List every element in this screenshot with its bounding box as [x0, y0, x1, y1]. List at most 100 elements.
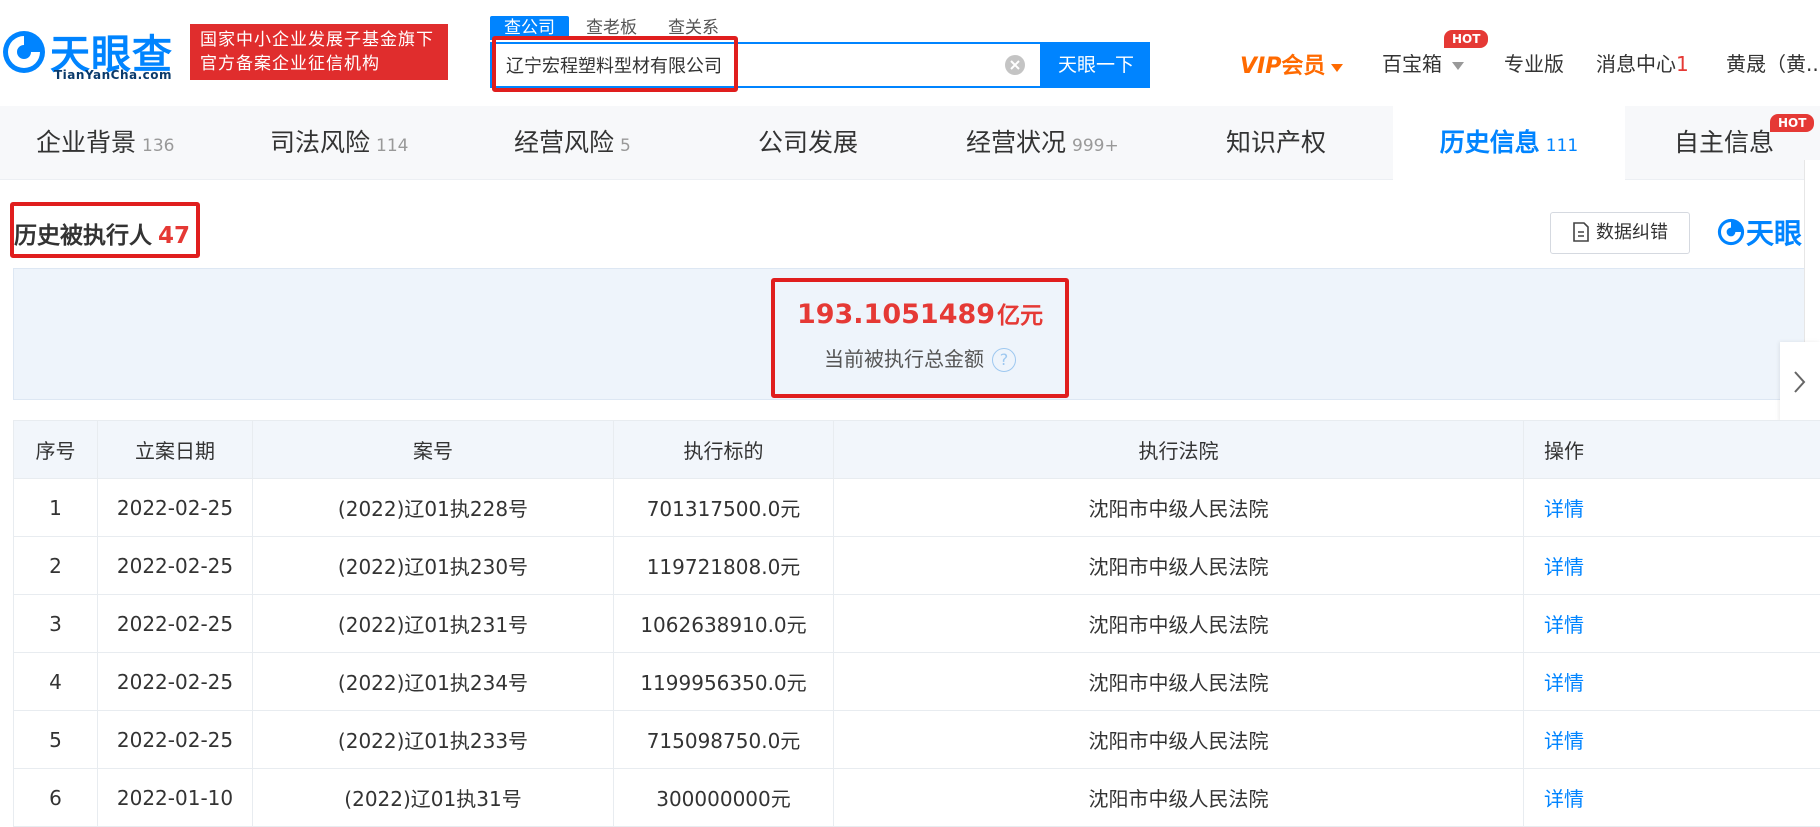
- search-tab-boss[interactable]: 查老板: [586, 16, 637, 40]
- cell-case-number: (2022)辽01执234号: [252, 652, 614, 711]
- chevron-right-icon: [1794, 371, 1806, 393]
- table-row: 2 2022-02-25 (2022)辽01执230号 119721808.0元…: [13, 536, 1820, 595]
- cell-date: 2022-02-25: [97, 478, 253, 537]
- cell-index: 6: [13, 768, 98, 827]
- column-header-court: 执行法院: [833, 420, 1524, 479]
- cell-court: 沈阳市中级人民法院: [833, 478, 1524, 537]
- treasure-box-menu[interactable]: 百宝箱: [1382, 48, 1464, 82]
- cell-amount: 701317500.0元: [613, 478, 834, 537]
- chevron-down-icon: [1452, 61, 1464, 70]
- section-title-text: 历史被执行人: [14, 223, 152, 249]
- tab-business-status[interactable]: 经营状况 999+: [966, 106, 1119, 180]
- cell-court: 沈阳市中级人民法院: [833, 710, 1524, 769]
- total-amount: 193.1051489亿元: [0, 296, 1820, 330]
- data-feedback-button[interactable]: 数据纠错: [1550, 212, 1690, 254]
- search-box: [490, 42, 1042, 88]
- detail-link[interactable]: 详情: [1523, 652, 1820, 711]
- table-row: 5 2022-02-25 (2022)辽01执233号 715098750.0元…: [13, 710, 1820, 769]
- tab-history-info[interactable]: 历史信息 111: [1393, 106, 1625, 180]
- treasure-box-label: 百宝箱: [1382, 52, 1442, 76]
- hot-badge: HOT: [1444, 30, 1489, 48]
- cell-index: 4: [13, 652, 98, 711]
- cell-index: 1: [13, 478, 98, 537]
- cell-amount: 715098750.0元: [613, 710, 834, 769]
- table-row: 4 2022-02-25 (2022)辽01执234号 1199956350.0…: [13, 652, 1820, 711]
- detail-link[interactable]: 详情: [1523, 710, 1820, 769]
- detail-link[interactable]: 详情: [1523, 594, 1820, 653]
- message-center-label: 消息中心: [1596, 52, 1676, 76]
- cell-court: 沈阳市中级人民法院: [833, 594, 1524, 653]
- chevron-down-icon: [1331, 63, 1344, 72]
- help-icon[interactable]: ?: [992, 348, 1016, 372]
- slogan-line-1: 国家中小企业发展子基金旗下: [200, 30, 434, 50]
- column-header-action: 操作: [1523, 420, 1820, 479]
- detail-link[interactable]: 详情: [1523, 536, 1820, 595]
- clear-search-icon[interactable]: [1004, 54, 1026, 76]
- message-count-badge: 1: [1676, 52, 1689, 76]
- logo-eye-icon: [1717, 218, 1745, 246]
- tab-self-info[interactable]: 自主信息: [1674, 106, 1780, 180]
- column-header-amount: 执行标的: [613, 420, 834, 479]
- cell-case-number: (2022)辽01执230号: [252, 536, 614, 595]
- pro-version-link[interactable]: 专业版: [1504, 48, 1564, 82]
- column-header-date: 立案日期: [97, 420, 253, 479]
- tab-enterprise-background[interactable]: 企业背景 136: [36, 106, 174, 180]
- user-menu[interactable]: 黄晟（黄...: [1726, 48, 1820, 82]
- cell-amount: 1062638910.0元: [613, 594, 834, 653]
- tab-intellectual-property[interactable]: 知识产权: [1226, 106, 1332, 180]
- tab-operational-risk[interactable]: 经营风险 5: [514, 106, 631, 180]
- column-header-case-number: 案号: [252, 420, 614, 479]
- cell-case-number: (2022)辽01执233号: [252, 710, 614, 769]
- company-tabs: 企业背景 136 司法风险 114 经营风险 5 公司发展 经营状况 999+ 知识产权…: [0, 106, 1820, 180]
- search-input[interactable]: [492, 44, 932, 86]
- slogan-line-2: 官方备案企业征信机构: [200, 54, 380, 74]
- executed-persons-table: 序号 立案日期 案号 执行标的 执行法院 操作 1 2022-02-25 (20…: [13, 420, 1820, 827]
- column-header-index: 序号: [13, 420, 98, 479]
- hot-badge: HOT: [1770, 114, 1815, 132]
- total-amount-value: 193.1051489: [796, 299, 996, 330]
- cell-index: 3: [13, 594, 98, 653]
- cell-court: 沈阳市中级人民法院: [833, 536, 1524, 595]
- brand-watermark: 天眼: [1716, 212, 1802, 252]
- table-header-row: 序号 立案日期 案号 执行标的 执行法院 操作: [13, 420, 1820, 479]
- next-panel-button[interactable]: [1780, 342, 1820, 422]
- tab-company-development[interactable]: 公司发展: [758, 106, 864, 180]
- cell-amount: 300000000元: [613, 768, 834, 827]
- cell-amount: 119721808.0元: [613, 536, 834, 595]
- total-amount-label-text: 当前被执行总金额: [824, 347, 984, 371]
- section-count: 47: [158, 223, 191, 249]
- cell-case-number: (2022)辽01执231号: [252, 594, 614, 653]
- cell-court: 沈阳市中级人民法院: [833, 652, 1524, 711]
- tab-judicial-risk[interactable]: 司法风险 114: [270, 106, 408, 180]
- search-tab-relation[interactable]: 查关系: [668, 16, 719, 40]
- cell-date: 2022-02-25: [97, 710, 253, 769]
- message-center-link[interactable]: 消息中心1: [1596, 48, 1689, 82]
- section-title: 历史被执行人 47: [14, 216, 190, 250]
- detail-link[interactable]: 详情: [1523, 478, 1820, 537]
- vip-menu[interactable]: VIP会员: [1240, 48, 1344, 82]
- search-tab-company[interactable]: 查公司: [490, 16, 569, 40]
- data-feedback-label: 数据纠错: [1596, 222, 1668, 243]
- total-amount-unit: 亿元: [997, 303, 1044, 329]
- cell-date: 2022-02-25: [97, 536, 253, 595]
- cell-amount: 1199956350.0元: [613, 652, 834, 711]
- document-icon: [1573, 222, 1589, 242]
- table-row: 3 2022-02-25 (2022)辽01执231号 1062638910.0…: [13, 594, 1820, 653]
- search-button[interactable]: 天眼一下: [1042, 42, 1150, 88]
- summary-panel: [13, 268, 1820, 400]
- cell-date: 2022-02-25: [97, 594, 253, 653]
- slogan-banner: 国家中小企业发展子基金旗下 官方备案企业征信机构: [190, 24, 448, 80]
- brand-watermark-text: 天眼: [1746, 217, 1803, 250]
- cell-date: 2022-02-25: [97, 652, 253, 711]
- detail-link[interactable]: 详情: [1523, 768, 1820, 827]
- tianyancha-logo[interactable]: 天眼查 TianYanCha.com: [0, 24, 180, 84]
- table-row: 1 2022-02-25 (2022)辽01执228号 701317500.0元…: [13, 478, 1820, 537]
- vip-label: VIP会员: [1240, 54, 1326, 79]
- cell-court: 沈阳市中级人民法院: [833, 768, 1524, 827]
- cell-date: 2022-01-10: [97, 768, 253, 827]
- cell-index: 2: [13, 536, 98, 595]
- cell-case-number: (2022)辽01执228号: [252, 478, 614, 537]
- logo-eye-icon: [3, 31, 45, 73]
- logo-domain: TianYanCha.com: [54, 68, 173, 82]
- cell-case-number: (2022)辽01执31号: [252, 768, 614, 827]
